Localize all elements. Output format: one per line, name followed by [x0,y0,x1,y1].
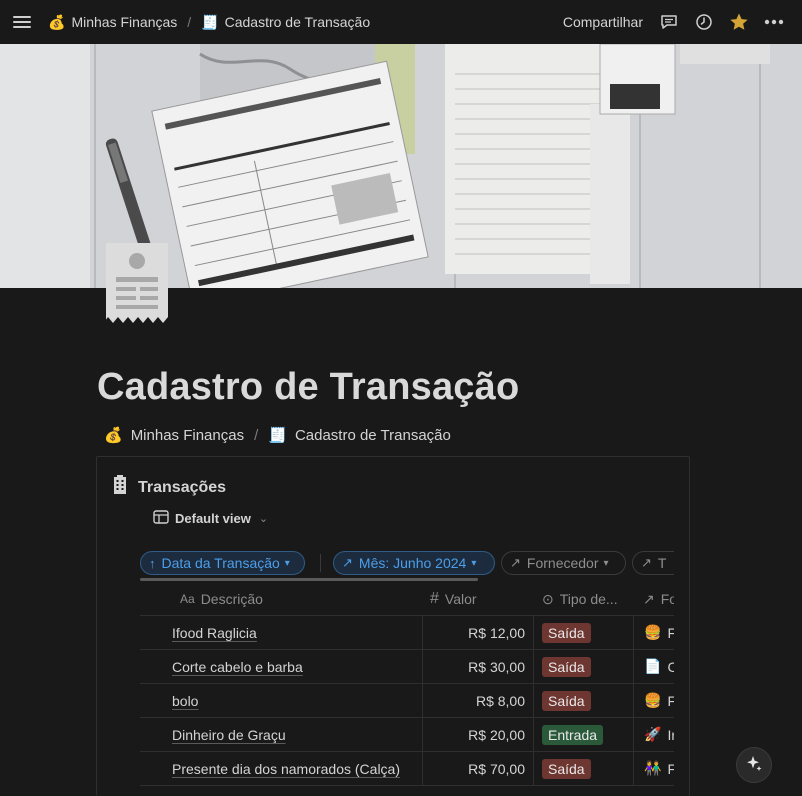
filter-chip-more[interactable]: ↗ T [632,551,674,575]
burger-icon: 🍔 [644,624,662,640]
filter-chip-label: Data da Transação [161,555,280,571]
cell-descricao[interactable]: bolo [172,693,198,709]
cell-valor[interactable]: R$ 70,00 [468,761,525,777]
chevron-down-icon: ▾ [284,557,290,569]
cell-fornecedor[interactable]: 📄 C [644,658,674,675]
arrow-up-icon: ↑ [149,555,156,571]
cell-valor[interactable]: R$ 30,00 [468,659,525,675]
more-icon[interactable] [764,12,784,32]
burger-icon: 🍔 [644,692,662,708]
column-label: Tipo de... [559,591,618,607]
filter-chip-data[interactable]: ↑ Data da Transação ▾ [140,551,305,575]
fornecedor-label: C [667,658,674,675]
cell-valor[interactable]: R$ 8,00 [476,693,525,709]
couple-icon: 👫 [644,760,662,776]
fornecedor-label: F [667,760,674,777]
column-header-fornecedor[interactable]: ↗ Fo [643,583,674,615]
cell-descricao[interactable]: Corte cabelo e barba [172,659,303,675]
relation-arrow-icon: ↗ [510,555,521,570]
menu-icon[interactable] [13,13,31,31]
rocket-icon: 🚀 [644,726,662,742]
receipt-icon[interactable] [105,243,168,323]
transactions-table: Aa Descrição # Valor ⊙ Tipo de... ↗ Fo I… [140,583,674,786]
table-header: Aa Descrição # Valor ⊙ Tipo de... ↗ Fo [140,583,674,616]
tipo-tag[interactable]: Saída [542,690,591,711]
table-row[interactable]: Presente dia dos namorados (Calça) R$ 70… [140,752,674,786]
column-header-valor[interactable]: # Valor [430,583,534,615]
breadcrumb-separator: / [187,14,192,30]
top-bar: 💰 Minhas Finanças / 🧾 Cadastro de Transa… [0,0,802,44]
cell-fornecedor[interactable]: 👫 F [644,760,674,777]
table-icon [153,510,169,527]
breadcrumb-item-cadastro[interactable]: Cadastro de Transação [295,427,451,444]
table-row[interactable]: bolo R$ 8,00 Saída 🍔 F [140,684,674,718]
filter-chip-fornecedor[interactable]: ↗ Fornecedor ▾ [501,551,626,575]
cell-descricao[interactable]: Dinheiro de Graçu [172,727,286,743]
chevron-down-icon: ⌄ [258,513,269,525]
view-selector[interactable]: Default view ⌄ [153,510,268,527]
relation-arrow-icon: ↗ [342,555,353,570]
cell-descricao[interactable]: Presente dia dos namorados (Calça) [172,761,400,777]
filter-chip-mes[interactable]: ↗ Mês: Junho 2024 ▾ [333,551,495,575]
text-type-icon: Aa [180,592,195,606]
database-title: Transações [112,475,226,500]
number-type-icon: # [430,590,439,607]
relation-arrow-icon: ↗ [641,555,652,570]
breadcrumb-separator: / [254,426,259,444]
comment-icon[interactable] [659,12,679,32]
money-bag-icon: 💰 [104,427,123,444]
tipo-tag[interactable]: Saída [542,622,591,643]
share-button[interactable]: Compartilhar [563,14,643,30]
breadcrumb-item-minhas-financas[interactable]: Minhas Finanças [71,14,177,30]
select-type-icon: ⊙ [542,590,554,607]
column-label: Valor [444,591,477,607]
fornecedor-label: F [667,692,674,709]
chevron-down-icon: ▾ [471,557,477,569]
breadcrumb-item-cadastro[interactable]: Cadastro de Transação [225,14,371,30]
relation-arrow-icon: ↗ [643,590,655,607]
tipo-tag[interactable]: Entrada [542,724,604,745]
fornecedor-label: F [667,624,674,641]
chevron-down-icon: ▾ [603,557,609,569]
fornecedor-label: Ir [667,726,674,743]
filter-chip-label: Fornecedor [526,555,599,571]
sparkle-icon [745,755,763,776]
document-icon: 📄 [644,658,662,674]
cell-descricao[interactable]: Ifood Raglicia [172,625,257,641]
column-label: Fo [660,591,674,607]
cell-fornecedor[interactable]: 🚀 Ir [644,726,674,743]
receipt-icon: 🧾 [268,427,287,444]
filter-chip-label: Mês: Junho 2024 [358,555,467,571]
tipo-tag[interactable]: Saída [542,656,591,677]
cell-fornecedor[interactable]: 🍔 F [644,624,674,641]
table-row[interactable]: Ifood Raglicia R$ 12,00 Saída 🍔 F [140,616,674,650]
history-icon[interactable] [694,12,714,32]
divider [320,554,321,572]
column-label: Descrição [200,591,263,607]
money-bag-icon: 💰 [48,13,66,30]
filter-bar: ↑ Data da Transação ▾ ↗ Mês: Junho 2024 … [140,551,674,577]
building-icon [112,475,128,500]
table-row[interactable]: Dinheiro de Graçu R$ 20,00 Entrada 🚀 Ir [140,718,674,752]
ai-sparkle-button[interactable] [736,747,772,783]
breadcrumb-item-minhas-financas[interactable]: Minhas Finanças [131,427,244,444]
receipt-icon: 🧾 [201,13,219,30]
breadcrumb: 💰 Minhas Finanças / 🧾 Cadastro de Transa… [48,0,370,44]
view-label: Default view [175,511,251,526]
filter-chip-label: T [657,555,667,571]
column-header-tipo[interactable]: ⊙ Tipo de... [542,583,632,615]
tipo-tag[interactable]: Saída [542,758,591,779]
cell-valor[interactable]: R$ 12,00 [468,625,525,641]
table-row[interactable]: Corte cabelo e barba R$ 30,00 Saída 📄 C [140,650,674,684]
column-header-descricao[interactable]: Aa Descrição [180,583,420,615]
page-title[interactable]: Cadastro de Transação [97,366,519,409]
horizontal-scrollbar[interactable] [140,578,478,581]
cell-fornecedor[interactable]: 🍔 F [644,692,674,709]
cell-valor[interactable]: R$ 20,00 [468,727,525,743]
page-breadcrumb: 💰 Minhas Finanças / 🧾 Cadastro de Transa… [104,426,451,445]
database-title-label[interactable]: Transações [138,479,226,497]
star-icon[interactable] [729,12,749,32]
